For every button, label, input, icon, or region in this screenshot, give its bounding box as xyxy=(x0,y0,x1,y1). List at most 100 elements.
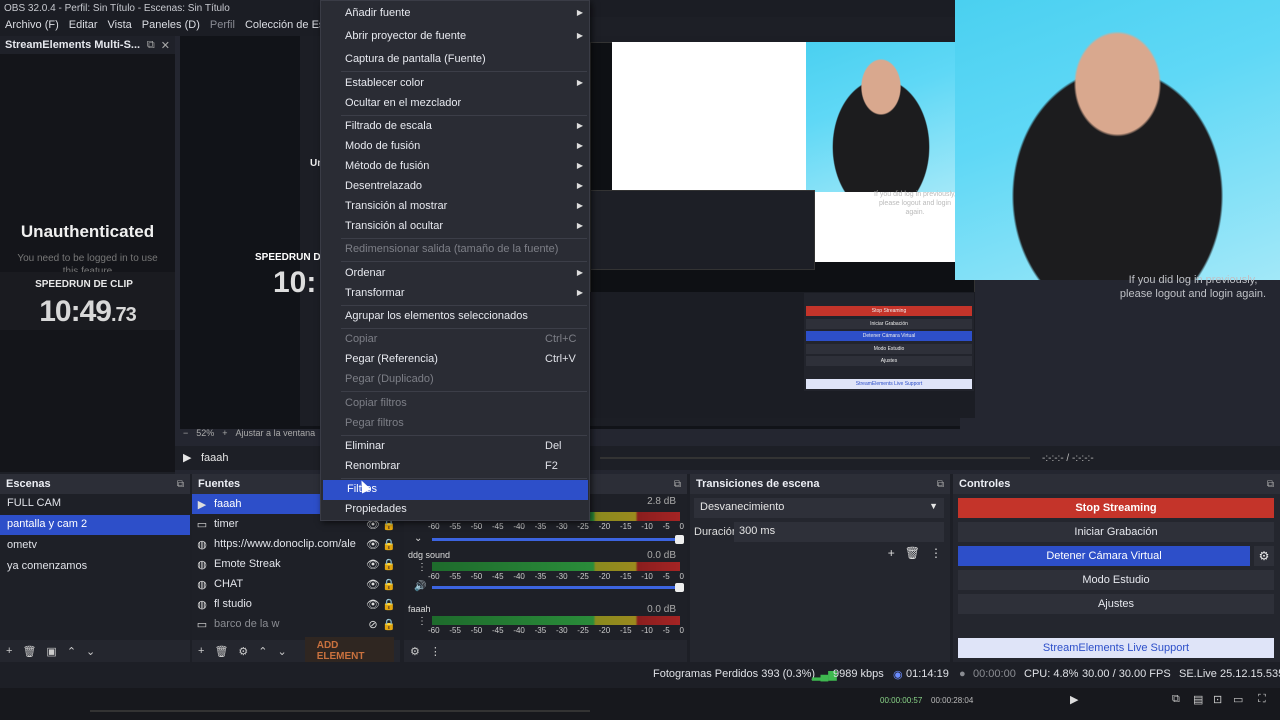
studio-mode-button[interactable]: Modo Estudio xyxy=(958,570,1274,590)
mixer-channel: faaah 0.0 dB ⋮ -60 -55 -50 -45 -40 -35 -30 -25-… xyxy=(408,604,684,644)
menu-item-copy-filters[interactable]: Copiar filtros xyxy=(321,394,589,414)
subtitles-icon[interactable]: ▤ xyxy=(1193,693,1203,706)
kebab-menu-icon[interactable]: ⋮ xyxy=(417,616,427,627)
menu-file[interactable]: Archivo (F) xyxy=(5,19,59,34)
eye-icon[interactable]: 👁 xyxy=(365,538,381,551)
volume-slider[interactable] xyxy=(432,583,684,592)
play-icon[interactable]: ▶ xyxy=(183,451,191,464)
volume-slider[interactable] xyxy=(432,535,684,544)
menu-item-copy[interactable]: Copiar Ctrl+C xyxy=(321,330,589,350)
menu-edit[interactable]: Editar xyxy=(69,19,98,34)
eye-icon[interactable]: 👁 xyxy=(365,558,381,571)
trash-icon[interactable]: 🗑 xyxy=(905,546,920,560)
source-item[interactable]: ◍ fl studio 👁 🔒 xyxy=(192,594,400,614)
slider-handle[interactable] xyxy=(675,535,684,544)
lock-icon[interactable]: 🔒 xyxy=(381,598,397,611)
menu-item-hide-transition[interactable]: Transición al ocultar ▶ xyxy=(321,217,589,237)
menu-item-deinterlace[interactable]: Desentrelazado ▶ xyxy=(321,177,589,197)
move-up-icon[interactable]: ⌃ xyxy=(67,645,76,658)
trash-icon[interactable]: 🗑 xyxy=(214,645,228,658)
close-icon[interactable]: ✕ xyxy=(161,39,170,52)
external-link-icon[interactable]: ⧉ xyxy=(1172,693,1180,706)
kebab-menu-icon[interactable]: ⋮ xyxy=(430,645,441,658)
menu-item-resize-output[interactable]: Redimensionar salida (tamaño de la fuent… xyxy=(321,240,589,260)
eye-icon[interactable]: 👁 xyxy=(365,578,381,591)
dock-float-icon[interactable]: ⧉ xyxy=(937,479,944,490)
zoom-in-icon[interactable]: + xyxy=(222,428,227,442)
menu-item-group-selected[interactable]: Agrupar los elementos seleccionados xyxy=(321,307,589,327)
menu-item-paste-filters[interactable]: Pegar filtros xyxy=(321,414,589,434)
menu-item-screenshot[interactable]: Captura de pantalla (Fuente) xyxy=(321,50,589,70)
menu-item-properties[interactable]: Propiedades xyxy=(321,500,589,520)
trash-icon[interactable]: 🗑 xyxy=(22,645,36,658)
transition-select[interactable]: Desvanecimiento ▼ xyxy=(694,498,944,518)
slider-handle[interactable] xyxy=(675,583,684,592)
source-item[interactable]: ◍ Emote Streak 👁 🔒 xyxy=(192,554,400,574)
stop-virtual-camera-button[interactable]: Detener Cámara Virtual xyxy=(958,546,1250,566)
menu-item-transform[interactable]: Transformar ▶ xyxy=(321,284,589,304)
kebab-menu-icon[interactable]: ⋮ xyxy=(930,546,942,560)
advanced-audio-icon[interactable]: ⚙ xyxy=(410,645,420,658)
menu-scene-collection[interactable]: Colección de Escenas xyxy=(245,19,320,34)
menu-item-paste-duplicate[interactable]: Pegar (Duplicado) xyxy=(321,370,589,390)
float-icon[interactable]: ⧉ xyxy=(147,39,155,52)
menu-item-paste-reference[interactable]: Pegar (Referencia) Ctrl+V xyxy=(321,350,589,370)
scene-item[interactable]: ometv xyxy=(0,536,190,556)
kebab-menu-icon[interactable]: ⋮ xyxy=(417,562,427,573)
menu-item-show-transition[interactable]: Transición al mostrar ▶ xyxy=(321,197,589,217)
lock-icon[interactable]: 🔒 xyxy=(381,578,397,591)
move-down-icon[interactable]: ⌄ xyxy=(86,645,95,658)
speaker-icon[interactable]: ⌄ xyxy=(414,533,422,544)
speaker-icon[interactable]: 🔊 xyxy=(414,581,426,592)
fullscreen-icon[interactable]: ⛶ xyxy=(1258,693,1266,706)
scene-item-selected[interactable]: pantalla y cam 2 xyxy=(0,515,190,535)
menu-item-scale-filter[interactable]: Filtrado de escala ▶ xyxy=(321,117,589,137)
add-icon[interactable]: + xyxy=(198,645,204,657)
menu-view[interactable]: Vista xyxy=(108,19,132,34)
scene-item[interactable]: ya comenzamos xyxy=(0,557,190,577)
scrub-bar[interactable] xyxy=(90,710,590,712)
eye-icon[interactable]: 👁 xyxy=(365,598,381,611)
dock-float-icon[interactable]: ⧉ xyxy=(1267,479,1274,490)
se-live-support-button[interactable]: StreamElements Live Support xyxy=(958,638,1274,658)
source-item[interactable]: ◍ CHAT 👁 🔒 xyxy=(192,574,400,594)
play-icon[interactable]: ▶ xyxy=(1070,693,1078,706)
menu-item-add-source[interactable]: Añadir fuente ▶ xyxy=(321,4,589,24)
eye-hidden-icon[interactable]: ⊘ xyxy=(365,618,381,631)
menu-item-set-color[interactable]: Establecer color ▶ xyxy=(321,74,589,94)
move-up-icon[interactable]: ⌃ xyxy=(258,645,267,658)
media-seek-bar[interactable] xyxy=(600,457,1030,459)
lock-icon[interactable]: 🔒 xyxy=(381,538,397,551)
source-item-hidden[interactable]: ▭ barco de la w ⊘ 🔒 xyxy=(192,614,400,634)
stop-streaming-button[interactable]: Stop Streaming xyxy=(958,498,1274,518)
menu-item-rename[interactable]: Renombrar F2 xyxy=(321,457,589,477)
menu-docks[interactable]: Paneles (D) xyxy=(142,19,200,34)
start-recording-button[interactable]: Iniciar Grabación xyxy=(958,522,1274,542)
scene-item[interactable]: FULL CAM xyxy=(0,494,190,514)
lock-icon[interactable]: 🔒 xyxy=(381,558,397,571)
gear-icon[interactable]: ⚙ xyxy=(1254,546,1274,566)
filter-icon[interactable]: ▣ xyxy=(46,645,56,658)
zoom-out-icon[interactable]: − xyxy=(183,428,188,442)
menu-item-open-projector[interactable]: Abrir proyector de fuente ▶ xyxy=(321,27,589,47)
dock-float-icon[interactable]: ⧉ xyxy=(674,479,681,490)
add-icon[interactable]: + xyxy=(888,546,895,560)
dock-float-icon[interactable]: ⧉ xyxy=(177,479,184,490)
menu-item-blend-mode[interactable]: Modo de fusión ▶ xyxy=(321,137,589,157)
settings-button[interactable]: Ajustes xyxy=(958,594,1274,614)
menu-item-blend-method[interactable]: Método de fusión ▶ xyxy=(321,157,589,177)
menu-item-order[interactable]: Ordenar ▶ xyxy=(321,264,589,284)
gear-icon[interactable]: ⚙ xyxy=(238,645,248,658)
move-down-icon[interactable]: ⌄ xyxy=(278,645,287,658)
screenshot-icon[interactable]: ⊡ xyxy=(1213,693,1222,706)
menu-item-delete[interactable]: Eliminar Del xyxy=(321,437,589,457)
zoom-fit-button[interactable]: Ajustar a la ventana xyxy=(236,428,316,442)
source-item[interactable]: ◍ https://www.donoclip.com/ale 👁 🔒 xyxy=(192,534,400,554)
lock-icon[interactable]: 🔒 xyxy=(381,618,397,631)
add-icon[interactable]: + xyxy=(6,645,12,657)
captions-icon[interactable]: ▭ xyxy=(1233,693,1243,706)
duration-input[interactable]: 300 ms xyxy=(734,522,944,542)
add-element-button[interactable]: ADD ELEMENT xyxy=(304,637,394,665)
menu-item-hide-in-mixer[interactable]: Ocultar en el mezclador xyxy=(321,94,589,114)
menu-profile[interactable]: Perfil xyxy=(210,19,235,34)
